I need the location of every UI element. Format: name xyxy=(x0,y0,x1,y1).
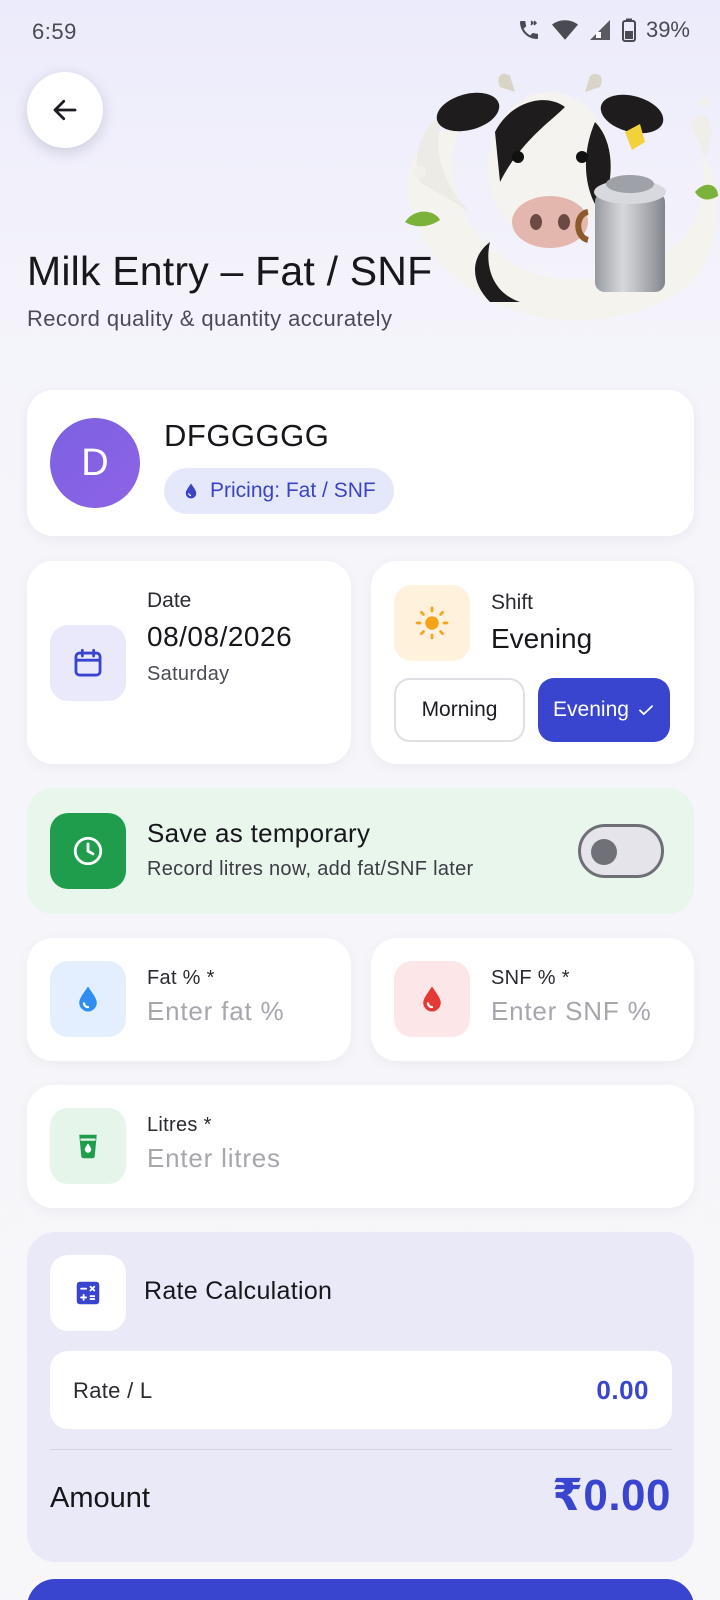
temporary-toggle[interactable] xyxy=(578,824,664,878)
amount-value: ₹0.00 xyxy=(552,1471,671,1520)
litres-card: Litres * xyxy=(27,1085,694,1208)
calendar-icon xyxy=(74,648,102,677)
shift-card: Shift Evening Morning Evening xyxy=(371,561,694,764)
rate-per-litre-label: Rate / L xyxy=(73,1378,153,1403)
temporary-card: Save as temporary Record litres now, add… xyxy=(27,788,694,914)
fat-label: Fat % * xyxy=(147,967,215,989)
cow-milk-illustration xyxy=(405,73,718,320)
customer-card: D DFGGGGG Pricing: Fat / SNF xyxy=(27,390,694,536)
shift-evening-label: Evening xyxy=(553,698,629,721)
snf-label: SNF % * xyxy=(491,967,570,989)
wifi-call-icon xyxy=(519,20,538,39)
arrow-left-icon xyxy=(53,99,77,121)
shift-label: Shift xyxy=(491,591,534,614)
signal-icon xyxy=(589,20,610,40)
pricing-badge: Pricing: Fat / SNF xyxy=(164,468,394,514)
litres-input[interactable] xyxy=(147,1143,647,1174)
blood-drop-icon xyxy=(423,986,441,1012)
snf-icon-box xyxy=(394,961,470,1037)
clock-icon-box xyxy=(50,813,126,889)
litres-label: Litres * xyxy=(147,1114,212,1136)
calculator-icon xyxy=(76,1281,100,1305)
date-value: 08/08/2026 xyxy=(147,621,293,652)
date-label: Date xyxy=(147,589,192,612)
litres-icon-box xyxy=(50,1108,126,1184)
sun-icon xyxy=(415,606,449,640)
rate-calculation-title: Rate Calculation xyxy=(144,1277,333,1305)
back-button[interactable] xyxy=(27,72,103,148)
fat-card: Fat % * xyxy=(27,938,351,1061)
amount-label: Amount xyxy=(50,1482,150,1514)
shift-value: Evening xyxy=(491,623,593,654)
drop-icon xyxy=(185,483,197,499)
milk-glass-icon xyxy=(79,1134,97,1159)
pricing-label: Pricing: Fat / SNF xyxy=(210,479,376,502)
battery-icon xyxy=(621,18,636,42)
submit-button[interactable] xyxy=(27,1579,694,1600)
page-title: Milk Entry – Fat / SNF xyxy=(27,248,433,294)
status-icons: 39% xyxy=(516,17,690,43)
rate-calculation-panel: Rate Calculation Rate / L 0.00 Amount ₹0… xyxy=(27,1232,694,1562)
sun-icon-box xyxy=(394,585,470,661)
wifi-icon xyxy=(551,20,578,40)
clock-icon xyxy=(73,836,103,866)
calculator-icon-box xyxy=(50,1255,126,1331)
toggle-knob xyxy=(591,839,617,865)
date-day: Saturday xyxy=(147,663,230,685)
calendar-icon-box xyxy=(50,625,126,701)
check-icon xyxy=(639,705,653,716)
shift-morning-label: Morning xyxy=(421,698,498,721)
customer-name: DFGGGGG xyxy=(164,418,330,453)
shift-morning-button[interactable]: Morning xyxy=(394,678,525,742)
rate-per-litre-value: 0.00 xyxy=(596,1375,649,1405)
avatar: D xyxy=(50,418,140,508)
shift-evening-button[interactable]: Evening xyxy=(538,678,670,742)
divider xyxy=(50,1449,672,1450)
snf-card: SNF % * xyxy=(371,938,694,1061)
rate-per-litre-row: Rate / L 0.00 xyxy=(50,1351,672,1429)
fat-input[interactable] xyxy=(147,996,337,1027)
status-time: 6:59 xyxy=(32,19,77,44)
snf-input[interactable] xyxy=(491,996,681,1027)
fat-icon-box xyxy=(50,961,126,1037)
water-drop-icon xyxy=(79,986,97,1012)
battery-percent: 39% xyxy=(645,17,690,42)
temporary-title: Save as temporary xyxy=(147,818,371,848)
date-card[interactable]: Date 08/08/2026 Saturday xyxy=(27,561,351,764)
temporary-subtitle: Record litres now, add fat/SNF later xyxy=(147,858,474,880)
page-subtitle: Record quality & quantity accurately xyxy=(27,306,393,331)
